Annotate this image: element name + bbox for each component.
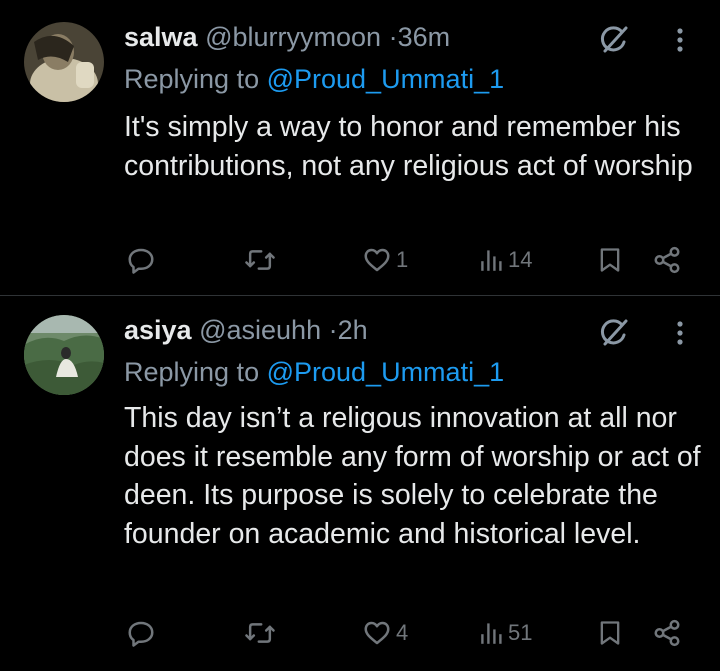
replying-to-label: Replying to xyxy=(124,64,267,94)
bookmark-icon xyxy=(596,245,624,275)
more-vertical-icon[interactable] xyxy=(672,315,688,351)
like-count: 1 xyxy=(396,247,409,272)
views-button[interactable]: 51 xyxy=(480,615,532,651)
display-name[interactable]: salwa xyxy=(124,22,198,52)
like-button[interactable]: 1 xyxy=(362,242,408,278)
bookmark-icon xyxy=(596,618,624,648)
bookmark-button[interactable] xyxy=(596,242,624,278)
retweet-button[interactable] xyxy=(244,615,276,651)
retweet-icon xyxy=(244,618,276,648)
bookmark-button[interactable] xyxy=(596,615,624,651)
separator-dot: · xyxy=(388,22,398,52)
avatar[interactable] xyxy=(24,315,104,395)
reply-button[interactable] xyxy=(126,615,156,651)
views-bar-icon xyxy=(480,618,504,648)
reply-bubble-icon xyxy=(126,245,156,275)
avatar[interactable] xyxy=(24,22,104,102)
heart-icon xyxy=(362,245,392,275)
retweet-button[interactable] xyxy=(244,242,276,278)
replying-to: Replying to @Proud_Ummati_1 xyxy=(124,62,504,96)
timestamp[interactable]: 36m xyxy=(398,22,451,52)
share-button[interactable] xyxy=(652,615,682,651)
timestamp[interactable]: 2h xyxy=(338,315,368,345)
tweet-header: asiya @asieuhh ·2h xyxy=(124,313,368,347)
grok-icon[interactable] xyxy=(596,315,632,351)
replying-to: Replying to @Proud_Ummati_1 xyxy=(124,355,504,389)
mention-link[interactable]: @Proud_Ummati_1 xyxy=(267,64,505,94)
mention-link[interactable]: @Proud_Ummati_1 xyxy=(267,357,505,387)
display-name[interactable]: asiya xyxy=(124,315,192,345)
like-count: 4 xyxy=(396,620,409,645)
reply-bubble-icon xyxy=(126,618,156,648)
tweet-asiya[interactable]: asiya @asieuhh ·2h Replying to @Proud_Um… xyxy=(0,297,720,671)
replying-to-label: Replying to xyxy=(124,357,267,387)
reply-button[interactable] xyxy=(126,242,156,278)
like-button[interactable]: 4 xyxy=(362,615,408,651)
views-button[interactable]: 14 xyxy=(480,242,532,278)
views-count: 51 xyxy=(508,620,533,645)
user-handle[interactable]: @blurryymoon xyxy=(205,22,381,52)
heart-icon xyxy=(362,618,392,648)
views-count: 14 xyxy=(508,247,533,272)
grok-icon[interactable] xyxy=(596,22,632,58)
more-vertical-icon[interactable] xyxy=(672,22,688,58)
share-icon xyxy=(652,618,682,648)
user-handle[interactable]: @asieuhh xyxy=(199,315,321,345)
views-bar-icon xyxy=(480,245,504,275)
tweet-header: salwa @blurryymoon ·36m xyxy=(124,20,450,54)
retweet-icon xyxy=(244,245,276,275)
tweet-salwa[interactable]: salwa @blurryymoon ·36m Replying to @Pro… xyxy=(0,0,720,296)
tweet-text: This day isn’t a religous innovation at … xyxy=(124,402,701,550)
separator-dot: · xyxy=(328,315,338,345)
share-icon xyxy=(652,245,682,275)
share-button[interactable] xyxy=(652,242,682,278)
tweet-text: It's simply a way to honor and remember … xyxy=(124,111,693,182)
